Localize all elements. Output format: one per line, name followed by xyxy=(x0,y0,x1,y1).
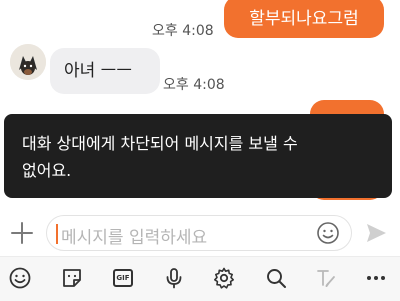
send-button[interactable] xyxy=(364,221,388,245)
sticker-icon xyxy=(63,269,81,287)
search-tool-button[interactable] xyxy=(264,266,288,290)
voice-tool-button[interactable] xyxy=(162,266,186,290)
toast-message-line-2: 없어요. xyxy=(22,161,72,180)
dog-avatar-image xyxy=(10,44,46,80)
more-icon xyxy=(367,276,385,280)
emoji-tool-button[interactable] xyxy=(8,266,32,290)
toast-message-line-1: 대화 상대에게 차단되어 메시지를 보낼 수 xyxy=(22,134,298,153)
emoji-icon xyxy=(9,267,31,289)
gif-label: GIF xyxy=(116,274,130,282)
message-composer: 메시지를 입력하세요 xyxy=(0,210,400,256)
attach-plus-button[interactable] xyxy=(8,219,36,247)
message-timestamp: 오후 4:08 xyxy=(152,23,214,39)
gif-icon: GIF xyxy=(113,269,133,287)
message-timestamp: 오후 4:08 xyxy=(163,77,225,93)
plus-icon xyxy=(11,222,33,244)
incoming-message-text: 아녀 ㅡㅡ xyxy=(64,61,132,81)
text-caret xyxy=(56,224,58,244)
outgoing-message-text: 할부되나요그럼 xyxy=(249,9,359,29)
settings-tool-button[interactable] xyxy=(212,266,236,290)
outgoing-message-bubble[interactable]: 할부되나요그럼 xyxy=(224,0,384,38)
text-style-tool-button[interactable] xyxy=(314,266,338,290)
search-icon xyxy=(267,269,286,288)
emoji-button[interactable] xyxy=(316,221,340,245)
microphone-icon xyxy=(166,268,182,289)
incoming-message-bubble[interactable]: 아녀 ㅡㅡ xyxy=(50,48,160,94)
blocked-toast: 대화 상대에게 차단되어 메시지를 보낼 수 없어요. xyxy=(4,114,392,198)
text-style-icon xyxy=(317,270,335,287)
message-input[interactable]: 메시지를 입력하세요 xyxy=(46,215,352,251)
sticker-tool-button[interactable] xyxy=(60,266,84,290)
gif-tool-button[interactable]: GIF xyxy=(111,266,135,290)
message-input-placeholder: 메시지를 입력하세요 xyxy=(61,228,208,248)
send-icon xyxy=(367,224,386,242)
more-tool-button[interactable] xyxy=(364,266,388,290)
keyboard-toolbar: GIF xyxy=(0,256,400,301)
chat-area: 할부되나요그럼 오후 4:08 아녀 ㅡㅡ 오후 4:08 대화 상대에게 차단… xyxy=(0,0,400,210)
settings-gear-icon xyxy=(214,267,234,289)
smiley-icon xyxy=(317,222,339,244)
avatar[interactable] xyxy=(10,44,46,80)
